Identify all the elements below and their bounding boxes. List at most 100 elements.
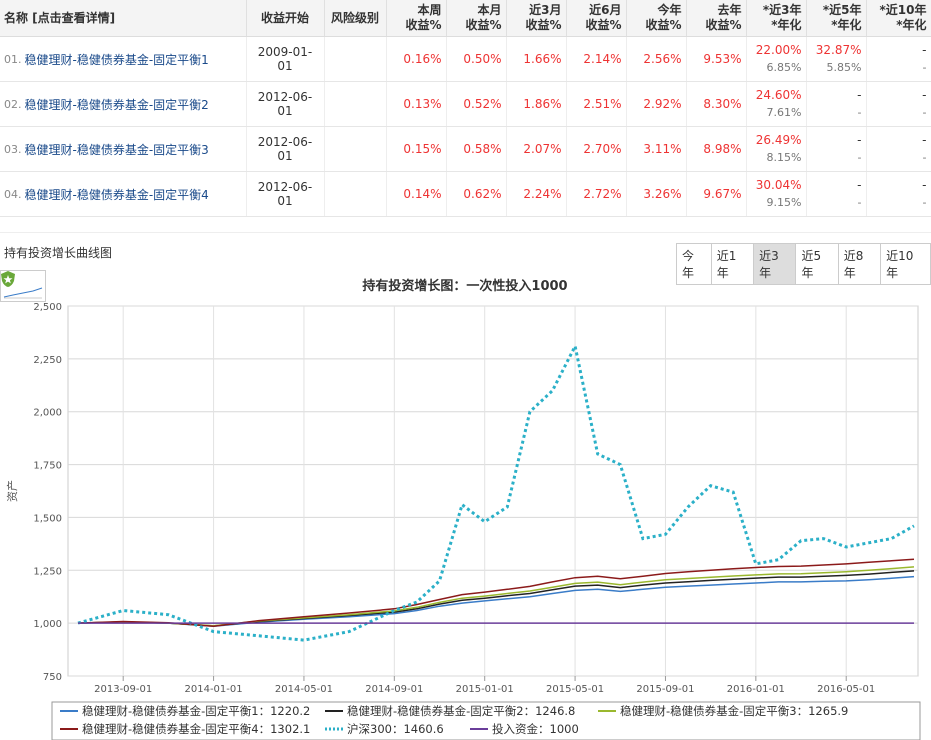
header-ly-l2: 收益%	[705, 18, 742, 32]
return-month: 0.50%	[446, 36, 507, 82]
return-m6: 2.51%	[566, 81, 627, 127]
return-y3-annualized: 8.15%	[766, 151, 802, 164]
return-m6: 2.14%	[566, 36, 627, 82]
header-3m-l1: 近3月	[529, 3, 562, 17]
fund-name-link[interactable]: 稳健理财-稳健债券基金-固定平衡4	[25, 186, 209, 203]
header-3m[interactable]: 近3月 收益%	[506, 0, 567, 37]
fund-name-link[interactable]: 稳健理财-稳健债券基金-固定平衡1	[25, 51, 209, 68]
y-tick-label: 1,000	[33, 619, 62, 630]
return-y5-annualized: 5.85%	[826, 61, 862, 74]
x-tick-label: 2014-05-01	[275, 684, 333, 695]
return-y10-annualized: -	[922, 151, 927, 164]
return-y10: --	[866, 81, 931, 127]
return-y5: 32.87% 5.85%	[806, 36, 867, 82]
return-m3: 2.07%	[506, 126, 567, 172]
return-y3-annualized: 7.61%	[766, 106, 802, 119]
return-y5: --	[806, 171, 867, 217]
x-tick-label: 2015-05-01	[546, 684, 604, 695]
fund-name-link[interactable]: 稳健理财-稳健债券基金-固定平衡2	[25, 96, 209, 113]
risk-cell	[1, 36, 387, 287]
header-month-l2: 收益%	[465, 18, 502, 32]
start-date: 2009-01-01	[246, 36, 325, 82]
return-y10-value: -	[922, 43, 927, 57]
y-tick-label: 2,250	[33, 355, 62, 366]
return-y5-value: 32.87%	[815, 43, 862, 57]
return-y10-value: -	[922, 88, 927, 102]
fund-name-link[interactable]: 稳健理财-稳健债券基金-固定平衡3	[25, 141, 209, 158]
y-tick-label: 2,500	[33, 302, 62, 313]
table-header: 名称 [点击查看详情] 收益开始 风险级别 本周 收益% 本月 收益% 近3月 收益%…	[0, 0, 931, 37]
header-month[interactable]: 本月 收益%	[446, 0, 507, 37]
series-line	[77, 341, 915, 642]
return-y10-annualized: -	[922, 196, 927, 209]
header-month-l1: 本月	[477, 3, 502, 17]
plot-area	[67, 305, 919, 677]
series-line	[77, 558, 915, 628]
header-week[interactable]: 本周 收益%	[386, 0, 447, 37]
return-m6: 2.72%	[566, 171, 627, 217]
header-week-l1: 本周	[417, 3, 442, 17]
x-tick-label: 2016-05-01	[817, 684, 875, 695]
risk-cell	[1, 81, 387, 287]
return-ytd: 3.26%	[626, 171, 687, 217]
fund-table: 名称 [点击查看详情] 收益开始 风险级别 本周 收益% 本月 收益% 近3月 收益%…	[0, 0, 931, 302]
chart-series	[77, 341, 915, 642]
header-10y-l2: *年化	[896, 18, 927, 32]
x-tick-label: 2014-09-01	[365, 684, 423, 695]
y-axis-label: 资产	[5, 480, 19, 502]
legend-label: 稳健理财-稳健债券基金-固定平衡1：1220.2	[82, 704, 310, 718]
table-row[interactable]: 01. 稳健理财-稳健债券基金-固定平衡1 2009-01-01 0.16% 0.50%…	[0, 36, 931, 302]
return-y5-value: -	[857, 133, 862, 147]
return-y10-annualized: -	[922, 106, 927, 119]
return-y3-value: 26.49%	[755, 133, 802, 147]
return-y10-value: -	[922, 178, 927, 192]
return-week: 0.13%	[386, 81, 447, 127]
table-row[interactable]: 04. 稳健理财-稳健债券基金-固定平衡4 2012-06-01 0.14% 0.62%…	[0, 171, 931, 302]
return-y3-value: 24.60%	[755, 88, 802, 102]
start-date: 2012-06-01	[246, 171, 325, 217]
return-ly: 8.98%	[686, 126, 747, 172]
header-6m[interactable]: 近6月 收益%	[566, 0, 627, 37]
header-start[interactable]: 收益开始	[246, 0, 325, 37]
row-index: 02.	[4, 97, 22, 111]
return-ly: 8.30%	[686, 81, 747, 127]
return-y3: 26.49% 8.15%	[746, 126, 807, 172]
header-week-l2: 收益%	[405, 18, 442, 32]
fund-name-cell[interactable]: 04. 稳健理财-稳健债券基金-固定平衡4	[0, 171, 247, 302]
header-3y[interactable]: *近3年 *年化	[746, 0, 807, 37]
return-m3: 1.66%	[506, 36, 567, 82]
row-index: 04.	[4, 187, 22, 201]
row-index: 03.	[4, 142, 22, 156]
return-ytd: 2.56%	[626, 36, 687, 82]
fund-name-cell[interactable]: 01. 稳健理财-稳健债券基金-固定平衡1	[0, 36, 247, 302]
header-name[interactable]: 名称 [点击查看详情]	[0, 0, 247, 37]
return-y5-value: -	[857, 88, 862, 102]
return-month: 0.52%	[446, 81, 507, 127]
header-5y-l2: *年化	[831, 18, 862, 32]
legend-label: 稳健理财-稳健债券基金-固定平衡4：1302.1	[82, 722, 310, 736]
header-ytd[interactable]: 今年 收益%	[626, 0, 687, 37]
header-5y[interactable]: *近5年 *年化	[806, 0, 867, 37]
return-y10: --	[866, 126, 931, 172]
return-y10-value: -	[922, 133, 927, 147]
fund-name-cell[interactable]: 02. 稳健理财-稳健债券基金-固定平衡2	[0, 81, 247, 302]
y-tick-label: 1,750	[33, 461, 62, 472]
fund-name-cell[interactable]: 03. 稳健理财-稳健债券基金-固定平衡3	[0, 126, 247, 302]
table-row[interactable]: 02. 稳健理财-稳健债券基金-固定平衡2 2012-06-01 0.13% 0.52%…	[0, 81, 931, 302]
legend-label: 稳健理财-稳健债券基金-固定平衡2：1246.8	[347, 704, 575, 718]
return-y3-annualized: 6.85%	[766, 61, 802, 74]
y-tick-label: 1,250	[33, 566, 62, 577]
legend-label: 稳健理财-稳健债券基金-固定平衡3：1265.9	[620, 704, 848, 718]
header-risk[interactable]: 风险级别	[324, 0, 387, 37]
table-row[interactable]: 03. 稳健理财-稳健债券基金-固定平衡3 2012-06-01 0.15% 0.58%…	[0, 126, 931, 302]
return-ytd: 2.92%	[626, 81, 687, 127]
header-3y-l1: *近3年	[762, 3, 802, 17]
return-y3: 24.60% 7.61%	[746, 81, 807, 127]
header-3y-l2: *年化	[771, 18, 802, 32]
header-lastyear[interactable]: 去年 收益%	[686, 0, 747, 37]
return-y10: --	[866, 36, 931, 82]
return-m3: 2.24%	[506, 171, 567, 217]
header-10y[interactable]: *近10年 *年化	[866, 0, 931, 37]
x-tick-label: 2014-01-01	[185, 684, 243, 695]
return-week: 0.16%	[386, 36, 447, 82]
